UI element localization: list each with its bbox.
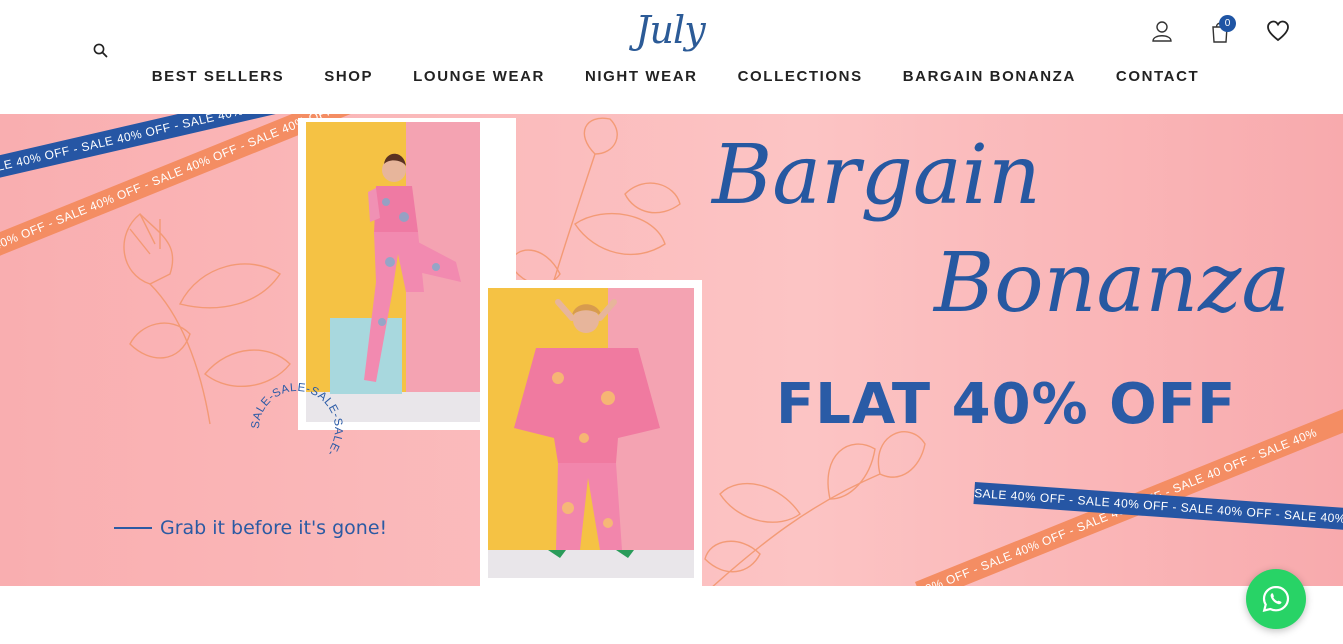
offer-text: FLAT 40% OFF bbox=[776, 372, 1237, 437]
header-icons: 0 bbox=[1149, 15, 1293, 46]
search-icon bbox=[93, 43, 108, 58]
ginkgo-leaf-decoration-bottom-right bbox=[704, 431, 926, 586]
nav-item-best-sellers[interactable]: BEST SELLERS bbox=[152, 68, 285, 85]
nav-item-night-wear[interactable]: NIGHT WEAR bbox=[585, 68, 698, 85]
whatsapp-icon bbox=[1262, 585, 1290, 613]
user-icon bbox=[1152, 21, 1172, 42]
nav-item-contact[interactable]: CONTACT bbox=[1116, 68, 1199, 85]
wishlist-button[interactable] bbox=[1265, 18, 1293, 46]
product-photo-2[interactable] bbox=[488, 288, 694, 578]
search-button[interactable] bbox=[92, 42, 112, 62]
svg-text:SALE-SALE-SALE-SALE-: SALE-SALE-SALE-SALE- bbox=[250, 382, 344, 458]
tagline-text: Grab it before it's gone! bbox=[160, 517, 388, 539]
cart-button[interactable]: 0 bbox=[1207, 15, 1236, 46]
sale-ring-text: SALE-SALE-SALE-SALE- bbox=[250, 382, 344, 458]
site-logo[interactable]: July bbox=[600, 8, 740, 52]
tagline-dash bbox=[114, 527, 152, 529]
nav-item-shop[interactable]: SHOP bbox=[324, 68, 373, 85]
account-button[interactable] bbox=[1149, 18, 1177, 46]
tagline: Grab it before it's gone! bbox=[114, 517, 387, 539]
nav-item-bargain-bonanza[interactable]: BARGAIN BONANZA bbox=[903, 68, 1076, 85]
nav-item-lounge-wear[interactable]: LOUNGE WEAR bbox=[413, 68, 545, 85]
whatsapp-chat-button[interactable] bbox=[1246, 569, 1306, 629]
heart-icon bbox=[1267, 20, 1289, 42]
headline-bargain: Bargain bbox=[712, 128, 1041, 223]
nav-item-collections[interactable]: COLLECTIONS bbox=[738, 68, 863, 85]
headline-bonanza: Bonanza bbox=[934, 236, 1291, 331]
cart-count-badge: 0 bbox=[1219, 15, 1236, 32]
sale-ring-badge: SALE-SALE-SALE-SALE- bbox=[250, 382, 344, 458]
main-navigation: BEST SELLERS SHOP LOUNGE WEAR NIGHT WEAR… bbox=[0, 68, 1343, 85]
site-header: July 0 BEST SELLERS SHOP LOUNGE WEAR NIG… bbox=[0, 0, 1343, 114]
hero-banner[interactable]: - SALE 40% OFF - SALE 40% OFF - SALE 40%… bbox=[0, 114, 1343, 586]
